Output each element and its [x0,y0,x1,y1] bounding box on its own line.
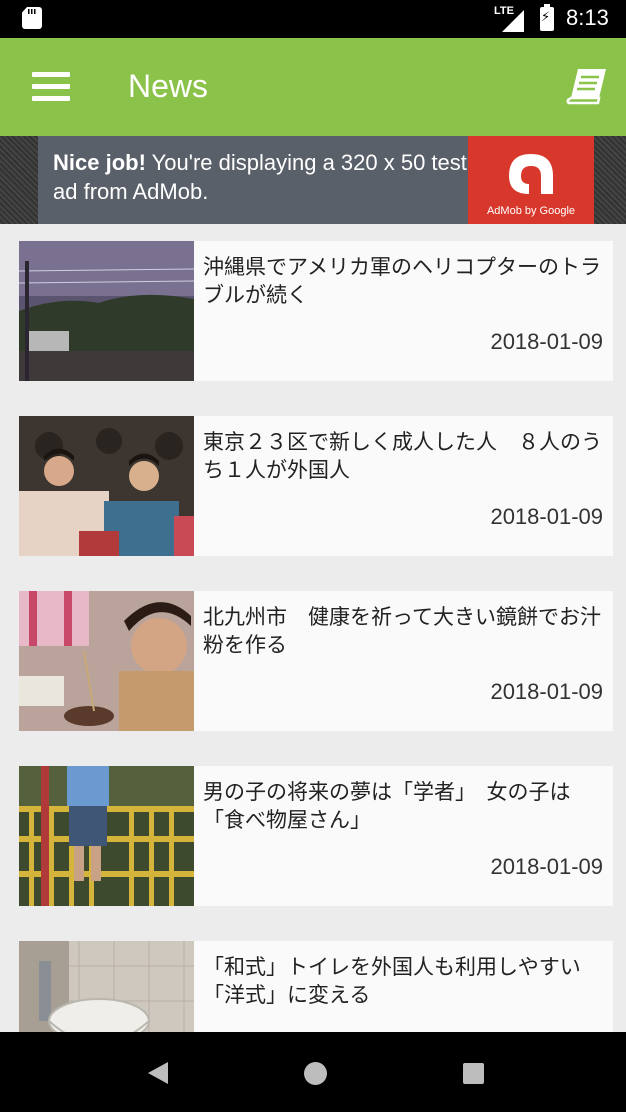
news-thumbnail [19,941,194,1032]
network-label: LTE [494,5,514,17]
app-bar: News [0,38,626,136]
recents-icon[interactable] [463,1063,484,1084]
news-headline: 男の子の将来の夢は「学者」 女の子は「食べ物屋さん」 [203,780,571,832]
news-thumbnail [19,591,194,731]
ad-bold-text: Nice job! [53,150,146,175]
news-headline: 東京２３区で新しく成人した人 ８人のうち１人が外国人 [203,430,602,482]
news-list[interactable]: 沖縄県でアメリカ軍のヘリコプターのトラブルが続く 2018-01-09 東京２３… [0,224,626,1032]
ad-text: Nice job! You're displaying a 320 x 50 t… [53,148,473,206]
news-thumbnail [19,766,194,906]
home-icon[interactable] [304,1062,327,1085]
news-date: 2018-01-09 [490,504,603,529]
news-headline: 北九州市 健康を祈って大きい鏡餅でお汁粉を作る [203,605,601,657]
battery-charging-icon [540,4,554,31]
admob-logo-text: AdMob by Google [486,205,576,217]
news-item[interactable]: 「和式」トイレを外国人も利用しやすい「洋式」に変える [19,941,613,1032]
news-date: 2018-01-09 [490,329,603,354]
news-item[interactable]: 沖縄県でアメリカ軍のヘリコプターのトラブルが続く 2018-01-09 [19,241,613,381]
book-icon[interactable] [566,66,610,106]
news-thumbnail [19,241,194,381]
ad-content[interactable]: Nice job! You're displaying a 320 x 50 t… [38,136,594,224]
ad-banner[interactable]: Nice job! You're displaying a 320 x 50 t… [0,136,626,224]
news-headline: 沖縄県でアメリカ軍のヘリコプターのトラブルが続く [203,255,601,307]
news-item[interactable]: 北九州市 健康を祈って大きい鏡餅でお汁粉を作る 2018-01-09 [19,591,613,731]
news-date: 2018-01-09 [490,679,603,704]
page-title: News [128,68,209,104]
status-bar: LTE 8:13 [0,0,626,38]
admob-logo: AdMob by Google [468,136,594,224]
back-icon[interactable] [148,1062,168,1084]
news-item[interactable]: 男の子の将来の夢は「学者」 女の子は「食べ物屋さん」 2018-01-09 [19,766,613,906]
system-nav-bar [0,1032,626,1112]
news-thumbnail [19,416,194,556]
admob-logo-icon [509,154,553,194]
sd-card-icon [22,7,42,29]
news-date: 2018-01-09 [490,854,603,879]
hamburger-menu-icon[interactable] [32,70,70,102]
news-headline: 「和式」トイレを外国人も利用しやすい「洋式」に変える [203,955,581,1007]
lte-signal-icon: LTE [494,5,524,32]
status-time: 8:13 [566,5,609,30]
news-item[interactable]: 東京２３区で新しく成人した人 ８人のうち１人が外国人 2018-01-09 [19,416,613,556]
